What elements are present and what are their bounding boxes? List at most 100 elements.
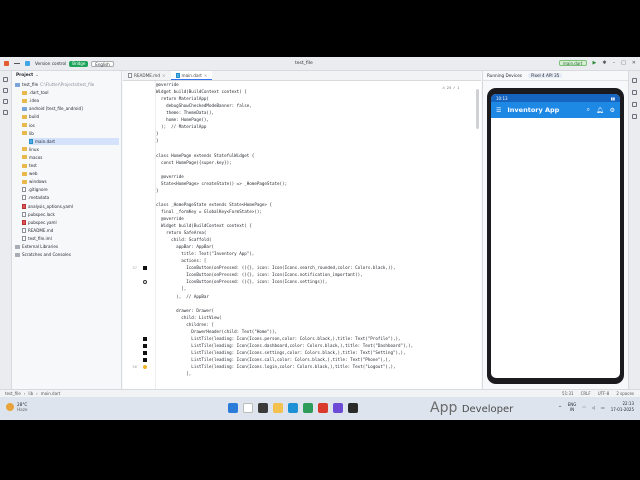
- folder-icon: [22, 163, 27, 168]
- start-icon[interactable]: [228, 403, 238, 413]
- maximize-icon[interactable]: □: [621, 60, 626, 66]
- tree-item-label: test_file: [22, 82, 39, 87]
- gemini-tool-icon[interactable]: [632, 90, 637, 95]
- notifications-tool-icon[interactable]: [632, 78, 637, 83]
- code-line: const HomePage({super.key});: [156, 159, 232, 165]
- gear-icon[interactable]: [143, 280, 147, 285]
- search-icon[interactable]: ⌕: [587, 106, 590, 114]
- icon-preview-icon[interactable]: [143, 357, 147, 362]
- bulb-icon[interactable]: [143, 365, 147, 369]
- hamburger-icon[interactable]: [14, 63, 20, 64]
- tree-item[interactable]: build: [22, 113, 119, 120]
- minimize-icon[interactable]: –: [613, 60, 616, 66]
- tree-item[interactable]: android [test_file_android]: [22, 105, 119, 112]
- tree-item[interactable]: .gitignore: [22, 186, 119, 193]
- tree-item[interactable]: .dart_tool: [22, 89, 119, 96]
- running-devices-icon[interactable]: [632, 114, 637, 119]
- volume-icon[interactable]: ◁: [592, 405, 595, 410]
- tree-item[interactable]: macos: [22, 154, 119, 161]
- icon-preview-icon[interactable]: [143, 343, 147, 348]
- device-manager-icon[interactable]: [632, 102, 637, 107]
- icon-preview-icon[interactable]: [143, 350, 147, 355]
- terminal-icon[interactable]: [348, 403, 358, 413]
- settings-icon[interactable]: ⚙: [610, 107, 615, 114]
- search-taskbar-icon[interactable]: [243, 403, 253, 413]
- code-editor[interactable]: @override Widget build(BuildContext conte…: [156, 81, 481, 389]
- crumb-file[interactable]: main.dart: [41, 391, 60, 396]
- dart-file-icon: [175, 72, 180, 78]
- more-tools-icon[interactable]: [3, 110, 8, 115]
- tree-item[interactable]: main.dart: [29, 137, 119, 145]
- structure-tool-icon[interactable]: [3, 99, 8, 104]
- icon-preview-icon[interactable]: [143, 266, 147, 271]
- system-tray: ^ ENG IN ◠ ◁ ▭ 22:13 17-01-2025: [558, 401, 634, 413]
- tree-item[interactable]: README.md: [22, 227, 119, 234]
- run-icon[interactable]: ▶: [593, 60, 597, 66]
- icon-preview-icon[interactable]: [143, 336, 147, 341]
- tree-item[interactable]: .idea: [22, 97, 119, 104]
- locale-badge[interactable]: English: [91, 60, 114, 67]
- tree-item[interactable]: External Libraries: [15, 243, 119, 250]
- edge-icon[interactable]: [288, 403, 298, 413]
- tree-item-label: build: [29, 114, 40, 120]
- language-indicator[interactable]: ENG IN: [568, 402, 577, 412]
- inspection-widget[interactable]: ⚠ 25 ✓ 1: [442, 85, 459, 90]
- device-tab[interactable]: Pixel 4 API 35: [528, 73, 563, 78]
- close-tab-icon[interactable]: ×: [162, 73, 166, 78]
- code-line: ), // AppBar: [156, 293, 209, 299]
- run-config-select[interactable]: main.dart: [559, 60, 587, 66]
- project-tool-icon[interactable]: [3, 77, 8, 82]
- chrome-icon[interactable]: [318, 403, 328, 413]
- app-icon[interactable]: [333, 403, 343, 413]
- close-icon[interactable]: ✕: [632, 60, 636, 66]
- tree-item[interactable]: windows: [22, 178, 119, 185]
- project-panel-title[interactable]: Project: [16, 73, 33, 78]
- tree-item[interactable]: pubspec.lock: [22, 211, 119, 218]
- crumb-lib[interactable]: lib: [28, 391, 33, 396]
- tree-item[interactable]: test: [22, 162, 119, 169]
- phone-screen[interactable]: 10:13 ▮▮ ☰ Inventory App ⌕ 🔔︎ ⚙: [491, 94, 620, 378]
- tree-item[interactable]: .metadata: [22, 194, 119, 201]
- tree-item[interactable]: linux: [22, 146, 119, 153]
- tree-item[interactable]: analysis_options.yaml: [22, 203, 119, 210]
- tree-item[interactable]: test_file C:\Flutter\Projects\test_file: [15, 81, 119, 88]
- indent-setting[interactable]: 2 spaces: [616, 391, 634, 396]
- title-bar: Version control Bridge English test_file…: [0, 57, 640, 71]
- folder-icon: [22, 90, 27, 95]
- branch-badge[interactable]: Bridge: [69, 60, 89, 67]
- app-menu-icon[interactable]: [4, 61, 9, 66]
- tree-item[interactable]: lib: [22, 130, 119, 137]
- file-explorer-icon[interactable]: [273, 403, 283, 413]
- editor-scrollbar[interactable]: [476, 89, 479, 129]
- tab-readme[interactable]: README.md ×: [123, 71, 171, 80]
- file-encoding[interactable]: UTF-8: [598, 391, 610, 396]
- code-line: drawer: Drawer(: [156, 307, 214, 313]
- tree-item[interactable]: ios: [22, 122, 119, 129]
- close-tab-icon[interactable]: ×: [204, 73, 208, 78]
- menu-icon[interactable]: ☰: [496, 107, 501, 114]
- tree-item[interactable]: pubspec.yaml: [22, 219, 119, 226]
- tree-item-label: linux: [29, 146, 39, 152]
- tree-item-label: .metadata: [28, 195, 50, 201]
- android-studio-icon[interactable]: [303, 403, 313, 413]
- notification-icon[interactable]: 🔔︎: [596, 107, 604, 114]
- tree-item[interactable]: test_file.iml: [22, 235, 119, 242]
- weather-widget[interactable]: 28°C Haze: [6, 402, 28, 412]
- chevron-down-icon[interactable]: ⌄: [35, 73, 39, 78]
- taskbar-clock[interactable]: 22:13 17-01-2025: [611, 401, 634, 413]
- crumb-project[interactable]: test_file: [5, 391, 21, 396]
- commit-tool-icon[interactable]: [3, 88, 8, 93]
- caret-position[interactable]: 51:31: [562, 391, 574, 396]
- tree-item[interactable]: web: [22, 170, 119, 177]
- chevron-up-icon[interactable]: ^: [558, 405, 561, 410]
- line-separator[interactable]: CRLF: [581, 391, 591, 396]
- battery-tray-icon[interactable]: ▭: [601, 405, 605, 410]
- version-control-menu[interactable]: Version control: [35, 61, 66, 66]
- code-line: class HomePage extends StatefulWidget {: [156, 152, 255, 158]
- task-view-icon[interactable]: [258, 403, 268, 413]
- tree-item[interactable]: Scratches and Consoles: [15, 251, 119, 258]
- wifi-icon[interactable]: ◠: [582, 405, 586, 410]
- tab-main-dart[interactable]: main.dart ×: [170, 71, 213, 80]
- project-icon[interactable]: [25, 61, 30, 66]
- debug-icon[interactable]: ✱: [602, 60, 606, 66]
